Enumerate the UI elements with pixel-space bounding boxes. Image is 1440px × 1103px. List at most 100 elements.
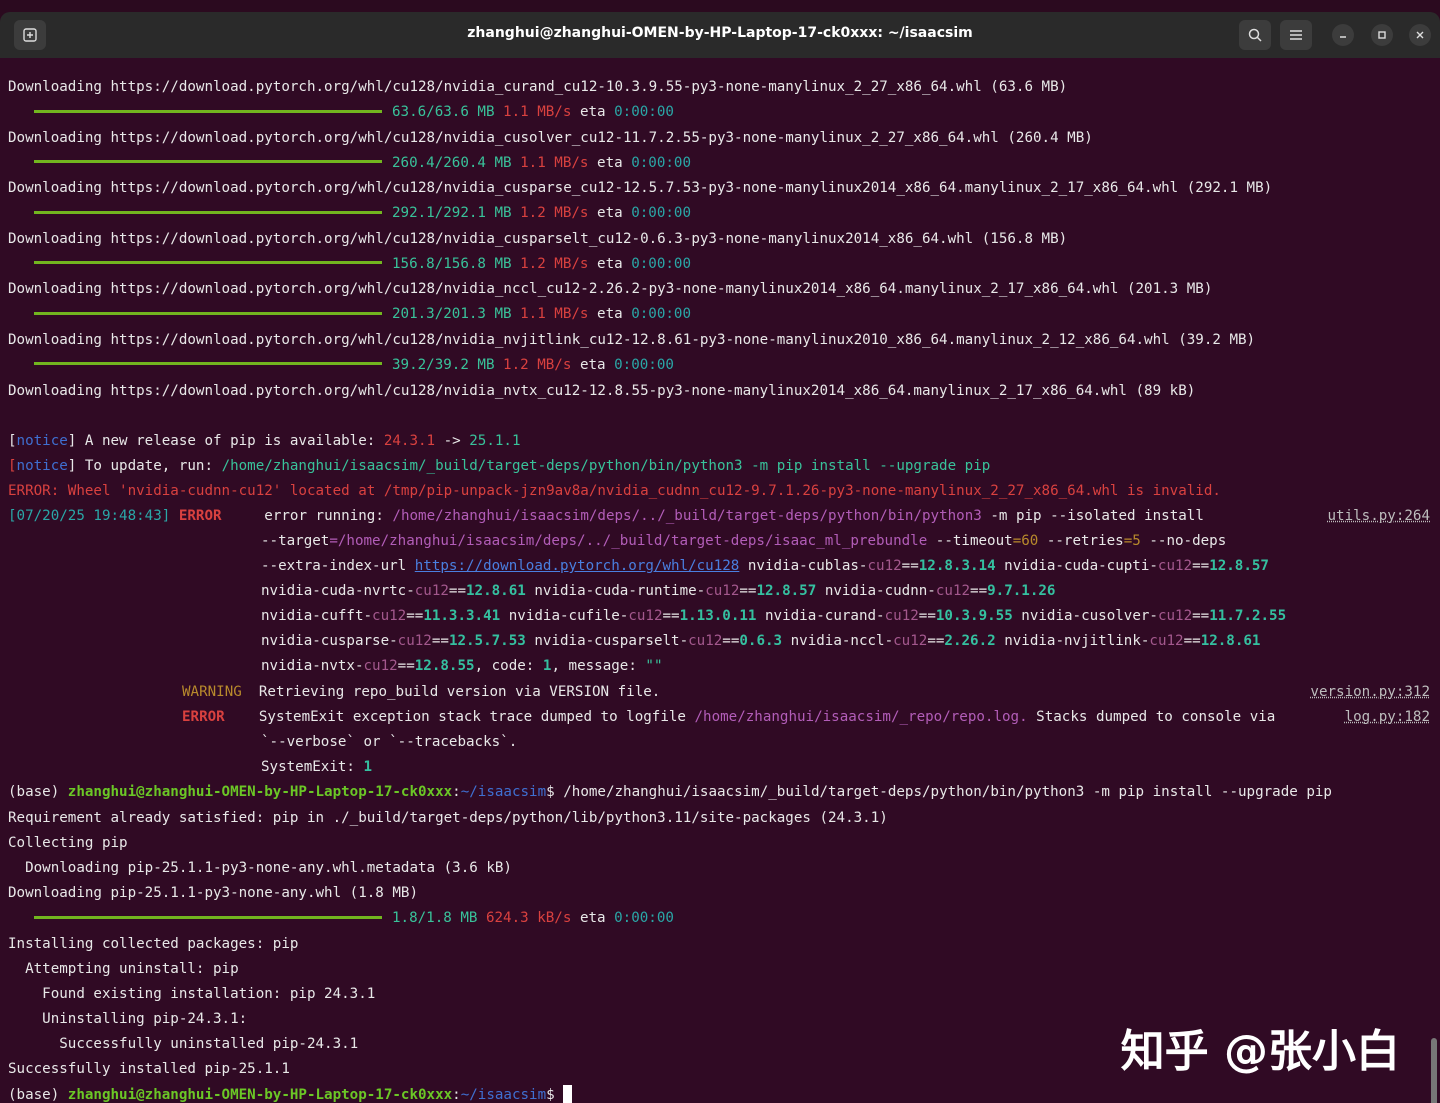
download-url-line: Downloading https://download.pytorch.org… [8,230,1068,247]
download-progress-line: 156.8/156.8 MB 1.2 MB/s eta 0:00:00 [8,252,691,276]
output-line-4: Downloading pip-25.1.1-py3-none-any.whl … [8,885,418,901]
terminal-output[interactable]: Downloading https://download.pytorch.org… [0,58,1440,1103]
package-version: 10.3.9.55 [935,608,1013,624]
download-eta: 0:00:00 [614,356,674,373]
download-eta: 0:00:00 [631,255,691,272]
package-name: nvidia-cusparse- [261,633,398,649]
download-speed: 1.2 MB/s [520,205,589,221]
package-version: 12.8.61 [466,583,526,599]
log-pkg-line-2: nvidia-cufft-cu12==11.3.3.41 nvidia-cufi… [261,608,1287,624]
download-size: 201.3/201.3 MB [392,306,512,322]
eta-label: eta [597,205,623,221]
package-name: nvidia-cusparselt- [534,633,689,649]
download-eta: 0:00:00 [614,104,674,120]
download-speed: 1.2 MB/s [520,255,589,272]
download-eta: 0:00:00 [631,205,691,221]
search-icon [1248,28,1262,42]
pip-progress-line: 1.8/1.8 MB 624.3 kB/s eta 0:00:00 [8,906,674,930]
log-target-line: --target=/home/zhanghui/isaacsim/deps/..… [261,533,1227,549]
log-pkg-line-1: nvidia-cuda-nvrtc-cu12==12.8.61 nvidia-c… [261,583,1056,599]
progress-bar [34,210,382,214]
download-size: 292.1/292.1 MB [392,205,512,221]
log-index-line: --extra-index-url https://download.pytor… [261,558,1269,574]
package-version: 12.5.7.53 [448,633,526,649]
package-name: nvidia-cufile- [508,608,629,624]
package-version: 12.8.61 [1200,633,1261,649]
log-warning-line: WARNING Retrieving repo_build version vi… [182,684,661,700]
source-ref-version: version.py:312 [1310,684,1430,700]
close-button[interactable] [1409,24,1431,46]
package-version: 11.3.3.41 [423,608,501,624]
download-size: 39.2/39.2 MB [392,356,495,373]
output-line-1: Requirement already satisfied: pip in ./… [8,810,888,826]
download-url-line: Downloading https://download.pytorch.org… [8,281,1213,297]
log-error-running: [07/20/25 19:48:43] ERROR error running:… [8,508,1204,524]
download-progress-line: 292.1/292.1 MB 1.2 MB/s eta 0:00:00 [8,201,691,225]
window-title: zhanghui@zhanghui-OMEN-by-HP-Laptop-17-c… [467,25,973,41]
output2-line-3: Found existing installation: pip 24.3.1 [8,986,376,1002]
search-button[interactable] [1239,20,1271,50]
eta-label: eta [579,104,606,120]
package-version: 12.8.57 [1209,558,1269,574]
zhihu-watermark: 知乎 @张小白 [1120,1026,1400,1077]
source-ref-log: log.py:182 [1344,709,1430,725]
download-eta: 0:00:00 [631,154,691,171]
log-sysexit-line: ERROR SystemExit exception stack trace d… [182,709,1276,725]
index-url-link[interactable]: https://download.pytorch.org/whl/cu128 [415,558,740,574]
download-speed: 1.1 MB/s [503,104,572,120]
package-name: nvidia-nvjitlink- [1004,633,1150,649]
package-name: nvidia-cublas- [747,558,868,574]
last-download-line: Downloading https://download.pytorch.org… [8,383,1196,399]
eta-label: eta [579,356,606,373]
package-name: nvidia-cusolver- [1021,608,1158,624]
error-line: ERROR: Wheel 'nvidia-cudnn-cu12' located… [8,483,1221,499]
progress-bar [34,261,382,264]
package-name: nvidia-cuda-cupti- [1004,558,1158,574]
log-sysexit-line-2: `--verbose` or `--tracebacks`. [261,734,518,750]
command-text: /home/zhanghui/isaacsim/_build/target-de… [563,784,1332,800]
pip-progress-bar [34,915,382,919]
close-icon [1416,31,1424,39]
progress-bar [34,109,382,113]
package-name: nvidia-cufft- [261,608,373,624]
maximize-button[interactable] [1371,24,1393,46]
log-pkg-line-4: nvidia-nvtx-cu12==12.8.55, code: 1, mess… [261,658,663,674]
package-version: 1.13.0.11 [679,608,757,624]
terminal-window: zhanghui@zhanghui-OMEN-by-HP-Laptop-17-c… [0,12,1440,1103]
current-prompt-line[interactable]: (base) zhanghui@zhanghui-OMEN-by-HP-Lapt… [8,1083,573,1103]
hamburger-menu-icon [1290,30,1302,40]
package-name: nvidia-nccl- [790,633,894,649]
source-ref-utils: utils.py:264 [1327,508,1431,524]
command-prompt-line: (base) zhanghui@zhanghui-OMEN-by-HP-Lapt… [8,784,1332,800]
package-name: nvidia-nvtx- [261,658,364,674]
output-line-2: Collecting pip [8,835,128,851]
menu-button[interactable] [1280,20,1312,50]
output-line-3: Downloading pip-25.1.1-py3-none-any.whl.… [8,860,512,876]
eta-label: eta [597,154,623,171]
text-cursor [563,1085,573,1103]
package-version: 12.8.3.14 [918,558,996,574]
download-progress-line: 201.3/201.3 MB 1.1 MB/s eta 0:00:00 [8,302,691,326]
download-url-line: Downloading https://download.pytorch.org… [8,180,1273,196]
package-version: 12.8.55 [414,658,475,674]
download-speed: 1.1 MB/s [520,154,589,171]
output2-line-1: Installing collected packages: pip [8,936,299,952]
download-speed: 1.1 MB/s [520,306,589,322]
download-size: 260.4/260.4 MB [392,154,512,171]
download-url-line: Downloading https://download.pytorch.org… [8,331,1256,348]
package-name: nvidia-cuda-nvrtc- [261,583,415,599]
download-url-line: Downloading https://download.pytorch.org… [8,79,1068,95]
notice-line-2: [notice] To update, run: /home/zhanghui/… [8,458,991,474]
log-pkg-line-3: nvidia-cusparse-cu12==12.5.7.53 nvidia-c… [261,633,1261,649]
package-version: 0.6.3 [739,633,783,649]
package-name: nvidia-curand- [765,608,885,624]
minimize-button[interactable] [1332,24,1354,46]
minimize-icon [1340,36,1346,38]
scrollbar[interactable] [1431,1038,1437,1103]
output2-line-5: Successfully uninstalled pip-24.3.1 [8,1036,359,1052]
eta-label: eta [597,306,623,322]
notice-line-1: [notice] A new release of pip is availab… [8,433,521,449]
title-bar: zhanghui@zhanghui-OMEN-by-HP-Laptop-17-c… [0,12,1440,58]
download-eta: 0:00:00 [631,306,691,322]
download-size: 156.8/156.8 MB [392,255,512,272]
